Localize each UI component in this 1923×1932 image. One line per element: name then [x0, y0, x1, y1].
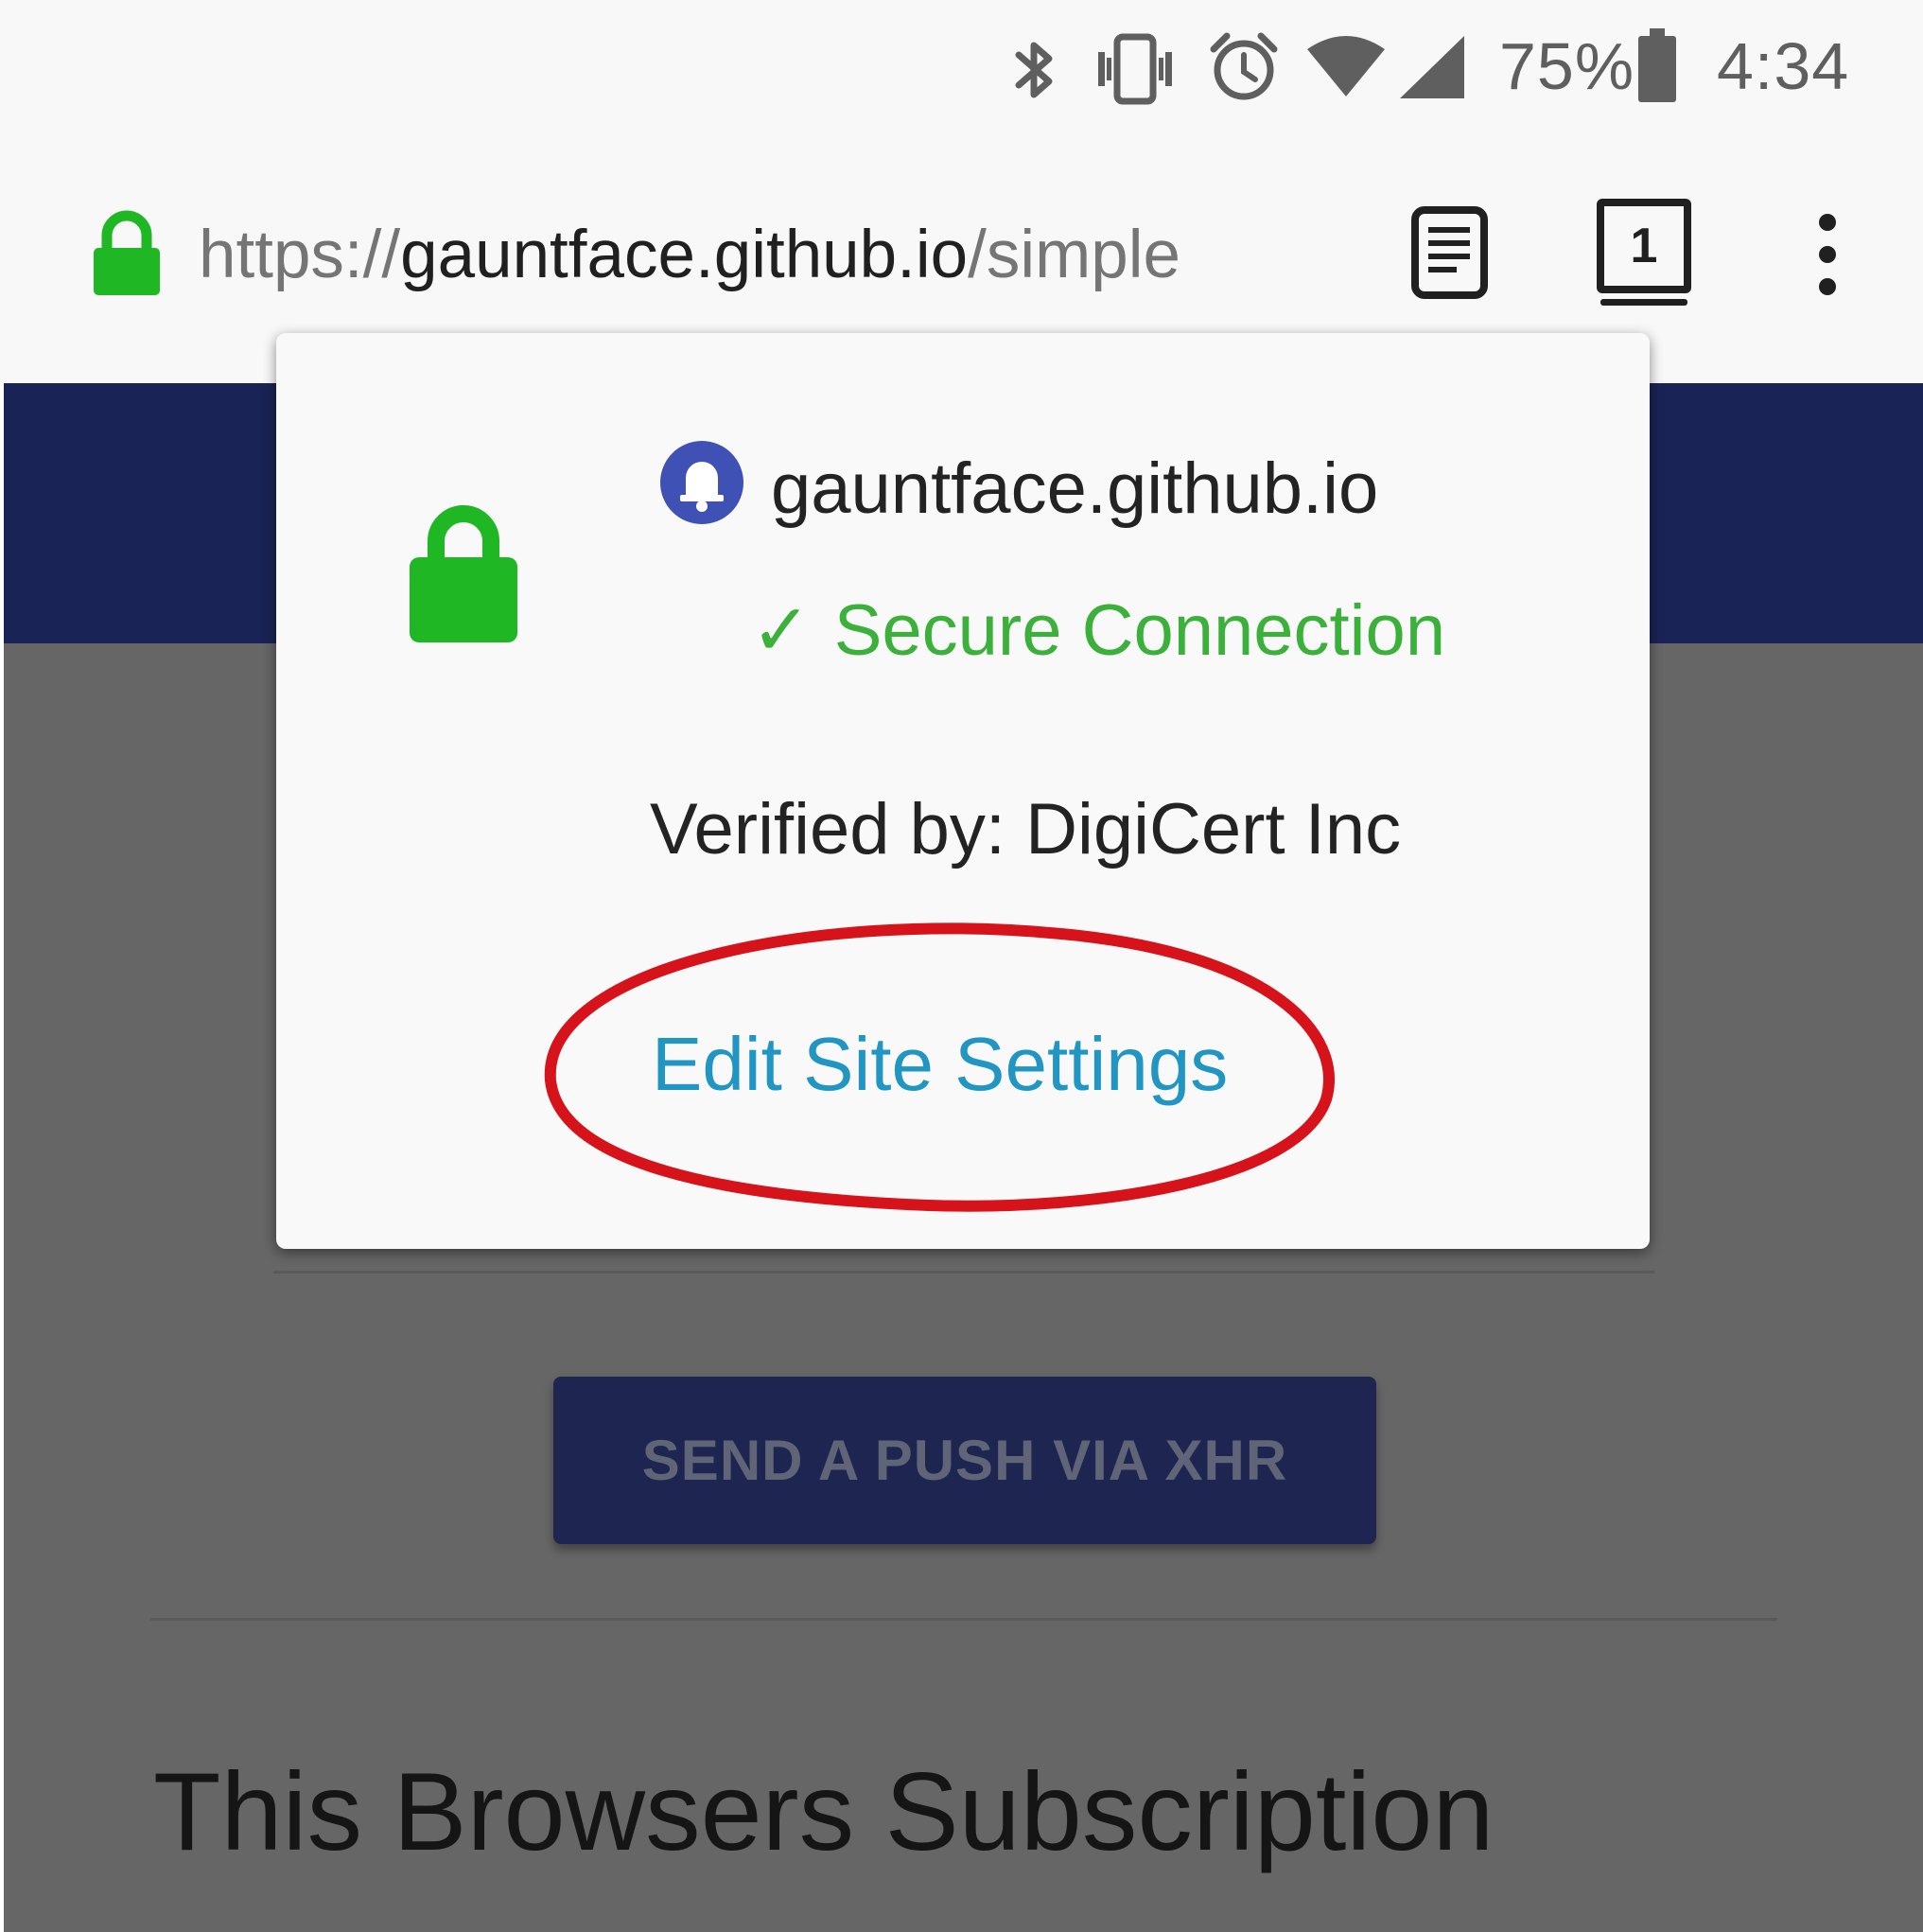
subscription-heading: This Browsers Subscription: [153, 1749, 1495, 1873]
vibrate-icon: [1098, 33, 1172, 105]
alarm-icon: [1210, 32, 1278, 100]
wifi-icon: [1307, 36, 1385, 97]
cell-signal-icon: [1400, 36, 1464, 98]
tabs-icon[interactable]: 1: [1597, 199, 1691, 307]
url-path: /simple: [968, 218, 1181, 292]
secure-connection-label: Secure Connection: [833, 590, 1446, 671]
secure-connection-status: ✓ Secure Connection: [751, 588, 1445, 674]
tabs-underline: [1600, 299, 1687, 306]
page-info-popup: gauntface.github.io ✓ Secure Connection V…: [276, 333, 1650, 1249]
page-divider-top: [273, 1271, 1654, 1273]
bluetooth-icon: [1015, 42, 1053, 98]
annotation-ellipse: [544, 922, 1335, 1212]
popup-site-name: gauntface.github.io: [771, 448, 1379, 529]
battery-percent: 75%: [1499, 29, 1635, 103]
page-divider-bottom: [150, 1618, 1777, 1621]
battery-icon: [1638, 28, 1676, 102]
screen: 75% 4:34 https://gauntface.github.io/sim…: [0, 0, 1923, 1932]
overflow-menu-icon[interactable]: [1809, 213, 1846, 296]
tab-count: 1: [1630, 219, 1658, 273]
send-push-button[interactable]: SEND A PUSH VIA XHR: [553, 1377, 1376, 1544]
clock-time: 4:34: [1717, 29, 1850, 103]
reader-mode-icon[interactable]: [1409, 204, 1490, 301]
verified-by-text: Verified by: DigiCert Inc: [650, 789, 1402, 869]
status-bar: 75% 4:34: [0, 0, 1923, 142]
notification-bell-icon: [660, 441, 743, 524]
url-field[interactable]: https://gauntface.github.io/simple: [199, 213, 1338, 298]
url-host: gauntface.github.io: [400, 218, 969, 292]
url-scheme: https://: [199, 218, 401, 292]
check-icon: ✓: [751, 590, 812, 671]
lock-icon[interactable]: [90, 210, 164, 297]
secure-lock-icon: [410, 505, 517, 642]
